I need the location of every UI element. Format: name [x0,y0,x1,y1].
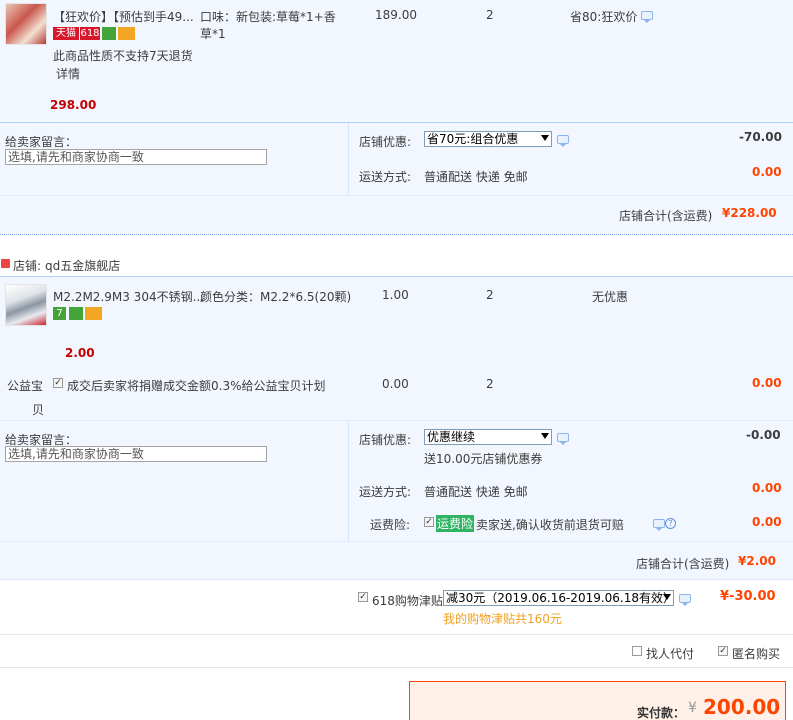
insurance-amount: 0.00 [752,515,782,529]
chevron-down-icon [541,433,549,439]
chevron-down-icon [541,135,549,141]
unit-price: 1.00 [382,288,409,302]
allowance-select-value: 减30元（2019.06.16-2019.06.18有效） [446,591,674,605]
quantity: 2 [486,8,494,22]
charity-label-cont: 贝 [32,403,45,417]
chat-icon[interactable] [557,433,569,445]
allowance-amount: ¥-30.00 [720,589,776,604]
seven-day-return-badge: 7 [53,307,66,320]
charity-text: 成交后卖家将捐赠成交金额0.3%给公益宝贝计划 [67,379,326,393]
allowance-select[interactable]: 减30元（2019.06.16-2019.06.18有效） [443,590,674,606]
charity-qty: 2 [486,377,494,391]
product-spec: 颜色分类：M2.2*6.5(20颗) [200,290,352,304]
payment-currency: ¥ [688,700,697,716]
discount-select-value: 优惠继续 [427,430,476,444]
shipping-amount: 0.00 [752,481,782,495]
divider [0,276,793,277]
divider-vertical [348,123,349,195]
shipping-method: 普通配送 快递 免邮 [424,485,528,499]
discount-label: 店铺优惠: [359,135,412,149]
divider [0,195,793,196]
charity-price: 0.00 [382,377,409,391]
payment-label: 实付款： [637,706,686,720]
anonymous-label: 匿名购买 [732,647,781,661]
product-spec-cont: 草*1 [200,27,226,41]
proxy-pay-label: 找人代付 [646,647,695,661]
shop-total-label: 店铺合计(含运费) [636,557,730,571]
message-label: 给卖家留言： [5,135,78,149]
promo-text: 无优惠 [592,290,629,304]
promo-text: 省80:狂欢价 [570,10,638,24]
item-subtotal: 298.00 [50,98,97,112]
discount-amount: -0.00 [746,428,781,442]
message-input[interactable]: 选填,请先和商家协商一致 [5,446,267,462]
discount-select-value: 省70元:组合优惠 [427,132,519,146]
no-return-notice: 此商品性质不支持7天退货 [53,49,193,63]
insurance-checkbox[interactable]: ✓ [424,517,434,527]
charity-checkbox[interactable]: ✓ [53,378,63,388]
shipping-amount: 0.00 [752,165,782,179]
divider [0,420,793,421]
card-icon [85,307,102,320]
chat-icon[interactable] [679,594,691,606]
product-thumbnail[interactable] [5,3,47,45]
product-title[interactable]: 【狂欢价】【预估到手49... [53,8,194,25]
chevron-down-icon [663,594,671,600]
divider-vertical [348,421,349,541]
badge-618: 618 [79,27,100,40]
discount-amount: -70.00 [739,130,782,144]
card-icon [118,27,135,40]
charity-label: 公益宝 [7,379,44,393]
insurance-label: 运费险: [370,518,411,532]
quantity: 2 [486,288,494,302]
tmall-badge: 天猫 [53,27,79,40]
discount-select[interactable]: 优惠继续 [424,429,552,445]
shop-label: 店铺: [13,259,42,273]
item-subtotal: 2.00 [65,346,95,360]
anonymous-checkbox[interactable]: ✓ [718,646,728,656]
shop-separator [0,234,793,235]
detail-link[interactable]: 详情 [56,65,80,82]
product-thumbnail[interactable] [5,284,47,326]
guarantee-icon [102,27,116,40]
help-icon[interactable]: ? [665,518,676,529]
shop-total-label: 店铺合计(含运费) [619,209,713,223]
divider [0,634,793,635]
discount-select[interactable]: 省70元:组合优惠 [424,131,552,147]
divider [0,579,793,580]
payment-amount: 200.00 [703,695,781,719]
product-spec: 口味：新包装:草莓*1+香 [200,10,336,24]
message-input[interactable]: 选填,请先和商家协商一致 [5,149,267,165]
coupon-note: 送10.00元店铺优惠券 [424,452,543,466]
shop-icon [1,259,10,268]
shipping-label: 运送方式: [359,170,412,184]
allowance-checkbox[interactable]: ✓ [358,592,368,602]
allowance-note: 我的购物津贴共160元 [443,612,562,626]
insurance-text: 卖家送,确认收货前退货可赔 [476,518,624,532]
proxy-pay-checkbox[interactable] [632,646,642,656]
chat-icon[interactable] [653,519,665,531]
unit-price: 189.00 [375,8,417,22]
chat-icon[interactable] [557,135,569,147]
allowance-label: 618购物津贴 [372,594,443,608]
shop-total-amount: ¥228.00 [722,206,777,220]
shop-total-amount: ¥2.00 [738,554,776,568]
insurance-tag: 运费险 [436,515,475,532]
shipping-method: 普通配送 快递 免邮 [424,170,528,184]
shipping-label: 运送方式: [359,485,412,499]
charity-amount: 0.00 [752,376,782,390]
divider [0,667,793,668]
product-title[interactable]: M2.2M2.9M3 304不锈钢... [53,288,204,305]
divider [0,541,793,542]
discount-label: 店铺优惠: [359,433,412,447]
chat-icon[interactable] [641,11,653,23]
shop-name[interactable]: qd五金旗舰店 [45,257,120,274]
guarantee-icon [69,307,83,320]
